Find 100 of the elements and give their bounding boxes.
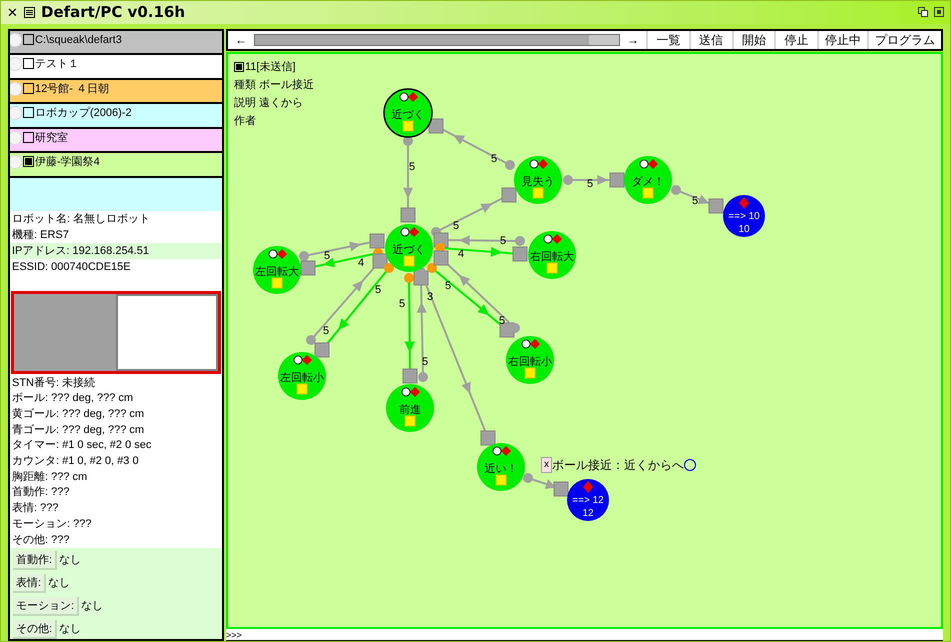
project-item[interactable]: 12号館- ４日朝 xyxy=(10,80,222,104)
checkbox[interactable] xyxy=(23,132,34,142)
indicator-icon xyxy=(739,196,749,208)
checkbox[interactable] xyxy=(234,62,244,72)
program-detail: 作者 xyxy=(234,114,257,128)
command-value: なし xyxy=(59,622,82,638)
node-label: 近づく xyxy=(392,108,424,120)
node-label: 10 xyxy=(738,224,750,234)
project-item[interactable]: ロボカップ(2006)-2 xyxy=(10,104,222,128)
edge-label: 5 xyxy=(408,160,416,172)
status-line: 青ゴール: ??? deg, ??? cm xyxy=(11,422,146,438)
status-line: ボール: ??? deg, ??? cm xyxy=(11,391,134,406)
indicator-icon xyxy=(583,480,593,492)
project-label: 伊藤-学園祭4 xyxy=(35,155,100,169)
status-line: モーション: ??? xyxy=(11,516,92,532)
expand-icon[interactable] xyxy=(934,7,944,18)
radio-icon[interactable] xyxy=(10,106,22,120)
program-title: 11[未送信] xyxy=(245,60,296,74)
node-label: 近づく xyxy=(392,244,426,256)
goal-node[interactable] xyxy=(567,478,609,520)
checkbox[interactable] xyxy=(23,58,34,69)
indicator-icon xyxy=(530,158,548,168)
marker-icon xyxy=(524,367,536,378)
close-icon[interactable]: ✕ xyxy=(7,6,18,19)
toolbar-button[interactable]: プログラム xyxy=(867,30,941,48)
status-line: 表情: ??? xyxy=(11,501,60,516)
command-button[interactable]: その他: xyxy=(13,620,58,640)
edge-label: 5 xyxy=(500,234,506,246)
project-item[interactable]: テスト１ xyxy=(10,55,222,80)
status-line: その他: ??? xyxy=(11,532,70,548)
radio-icon[interactable] xyxy=(10,32,22,46)
command-value: なし xyxy=(48,576,70,592)
toolbar-button[interactable]: 一覧 xyxy=(646,30,689,48)
node-label: 前進 xyxy=(399,404,421,416)
collapse-icon[interactable] xyxy=(918,7,928,18)
checkbox[interactable] xyxy=(23,34,34,44)
close-button[interactable]: x xyxy=(541,456,552,472)
indicator-icon xyxy=(268,248,287,258)
toolbar-button[interactable]: 停止 xyxy=(774,30,817,48)
checkbox[interactable] xyxy=(23,107,34,118)
checkbox[interactable] xyxy=(23,82,34,94)
command-button[interactable]: モーション: xyxy=(13,597,80,616)
edge-label: 5 xyxy=(398,298,406,310)
radio-icon[interactable] xyxy=(10,130,22,144)
radio-icon[interactable] xyxy=(10,82,22,96)
window-title: Defart/PC v0.16h xyxy=(41,2,186,23)
edge-label: 5 xyxy=(374,284,382,296)
node-label: 12 xyxy=(582,508,594,518)
project-label: C:\squeak\defart3 xyxy=(35,32,122,46)
program-detail: 種類 ボール接近 xyxy=(234,78,314,92)
node-label: 左回転大 xyxy=(255,266,299,278)
radio-icon[interactable] xyxy=(10,155,22,169)
toolbar-button[interactable]: 開始 xyxy=(732,30,774,48)
status-line: 黄ゴール: ??? deg, ??? cm xyxy=(11,406,146,422)
info-line: ロボット名: 名無しロボット xyxy=(11,212,152,226)
forward-button[interactable]: → xyxy=(620,30,646,48)
indicator-icon xyxy=(544,234,562,244)
indicator-icon xyxy=(294,354,312,364)
node-label: ==> 10 xyxy=(728,210,760,222)
indicator-icon xyxy=(402,386,420,396)
node-label: 左回転小 xyxy=(280,372,324,384)
checkbox[interactable] xyxy=(23,156,34,167)
command-button[interactable]: 首動作: xyxy=(13,551,58,570)
project-label: 12号館- ４日朝 xyxy=(35,82,109,96)
back-button[interactable]: ← xyxy=(228,30,254,48)
transition-arrow[interactable] xyxy=(400,136,416,222)
project-label: 研究室 xyxy=(35,130,68,144)
info-line: ESSID: 000740CDE15E xyxy=(11,260,132,274)
indicator-icon xyxy=(492,446,511,456)
node-label: 見失う xyxy=(522,176,554,188)
node-label: ダメ！ xyxy=(632,176,664,188)
tooltip-text: ボール接近：近くからへ xyxy=(552,456,684,474)
node-label: 右回転大 xyxy=(530,250,574,262)
toolbar-button[interactable]: 送信 xyxy=(688,30,732,48)
marker-icon xyxy=(496,474,506,485)
node-label: 近い！ xyxy=(484,462,518,474)
program-detail: 説明 遠くから xyxy=(234,96,304,110)
menu-icon[interactable] xyxy=(24,6,35,18)
project-label: テスト１ xyxy=(35,57,79,71)
project-item[interactable]: 伊藤-学園祭4 xyxy=(10,153,222,178)
goal-node[interactable] xyxy=(723,194,765,236)
status-line: 首動作: ??? xyxy=(11,485,70,500)
marker-icon xyxy=(546,262,558,273)
marker-icon xyxy=(642,187,654,198)
indicator-icon xyxy=(522,338,540,348)
scrollbar[interactable] xyxy=(254,34,620,46)
edge-label: 3 xyxy=(426,290,434,302)
marker-icon xyxy=(532,187,544,198)
status-line: STN番号: 未接続 xyxy=(11,376,96,390)
toolbar-button[interactable]: 停止中 xyxy=(817,30,867,48)
radio-icon[interactable] xyxy=(10,57,22,71)
edge-label: 5 xyxy=(452,220,460,232)
marker-icon xyxy=(296,383,308,394)
command-button[interactable]: 表情: xyxy=(13,574,46,594)
command-value: なし xyxy=(59,553,82,568)
project-item[interactable]: 研究室 xyxy=(10,128,222,153)
edge-label: 5 xyxy=(422,356,428,368)
info-line: 機種: ERS7 xyxy=(11,228,70,242)
project-item[interactable]: C:\squeak\defart3 xyxy=(10,30,222,55)
edge-label: 5 xyxy=(498,314,506,326)
